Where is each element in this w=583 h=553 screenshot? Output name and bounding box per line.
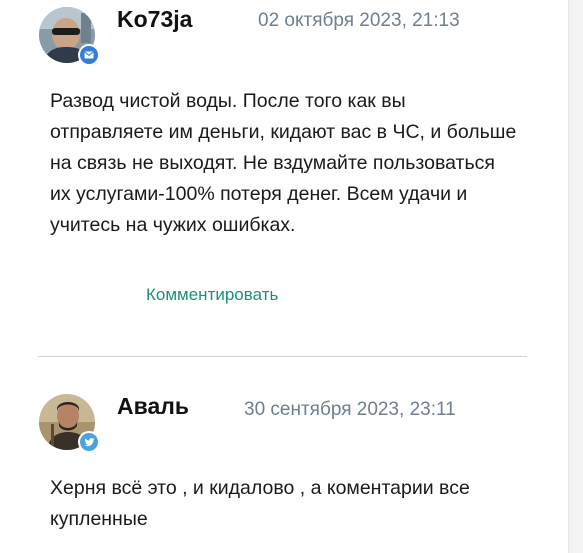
- comment-text: Развод чистой воды. После того как вы от…: [50, 90, 517, 236]
- divider: [38, 356, 527, 357]
- scrollbar-track[interactable]: [568, 0, 583, 553]
- comment-text: Херня всё это , и кидалово , а коментари…: [50, 477, 470, 530]
- comment-date: 02 октября 2023, 21:13: [258, 10, 460, 31]
- comment-item: Аваль 30 сентября 2023, 23:11 Херня всё …: [0, 360, 560, 553]
- twitter-bird-icon: [84, 437, 94, 446]
- comment-date: 30 сентября 2023, 23:11: [244, 399, 456, 420]
- comment-author[interactable]: Аваль: [117, 393, 189, 420]
- comment-item: Ko73ja 02 октября 2023, 21:13 Развод чис…: [0, 0, 560, 340]
- reply-button[interactable]: Комментировать: [146, 285, 278, 305]
- comment-author[interactable]: Ko73ja: [117, 6, 192, 33]
- email-icon: [84, 51, 94, 59]
- email-badge-icon: [78, 44, 100, 66]
- twitter-badge-icon: [78, 431, 100, 453]
